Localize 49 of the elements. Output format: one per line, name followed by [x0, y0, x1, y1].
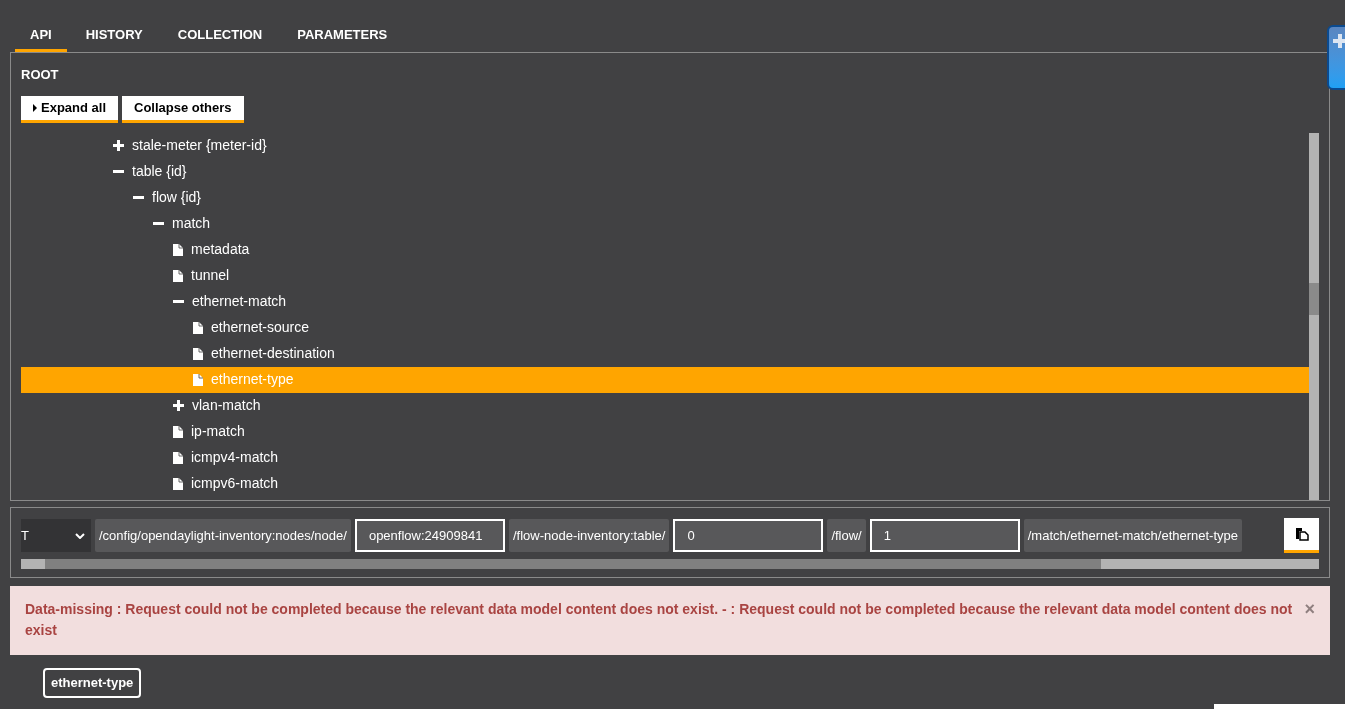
file-icon [193, 321, 203, 334]
scrollbar-thumb[interactable] [1309, 282, 1319, 315]
caret-icon [33, 103, 37, 112]
tab[interactable]: PARAMETERS [282, 20, 403, 52]
tree-item[interactable]: tunnel [21, 262, 1309, 289]
tree-item[interactable]: ethernet-source [21, 314, 1309, 341]
tab[interactable]: COLLECTION [162, 20, 278, 52]
tree-item[interactable]: ethernet-destination [21, 340, 1309, 367]
path-input[interactable]: 0 [673, 519, 824, 552]
path-segment: /flow/ [827, 519, 866, 552]
file-icon [173, 243, 183, 256]
tab[interactable]: HISTORY [70, 20, 158, 52]
collapse-button[interactable]: Collapse others [122, 95, 244, 123]
path-input[interactable]: 1 [869, 519, 1020, 552]
chevron-down-icon [75, 532, 85, 539]
file-icon [193, 347, 203, 360]
tree-item[interactable]: metadata [21, 236, 1309, 263]
path-segment: /config/opendaylight-inventory:nodes/node/ [95, 519, 351, 552]
plus-icon[interactable] [173, 400, 184, 411]
expand-all-button[interactable]: Expand all [21, 95, 119, 123]
scrollbar-thumb[interactable] [45, 559, 1101, 569]
file-icon [173, 425, 183, 438]
file-icon [193, 373, 203, 386]
copy-icon [1294, 527, 1309, 541]
path-input[interactable]: openflow:24909841 [354, 519, 505, 552]
plus-icon[interactable] [113, 140, 124, 151]
file-icon [173, 269, 183, 282]
error-message: Data-missing : Request could not be completed because the relevant data model content does not exist. - : Request could not be completed because the relevant data model content does not exist [25, 600, 1294, 640]
tab[interactable]: API [15, 20, 67, 52]
file-icon [173, 451, 183, 464]
tree-item[interactable]: stale-meter {meter-id} [21, 132, 1309, 159]
file-icon [173, 477, 183, 490]
root-label: ROOT [21, 66, 60, 84]
tree-item[interactable]: vlan-match [21, 392, 1309, 419]
plus-icon [1333, 34, 1345, 48]
tree-item[interactable]: icmpv6-match [21, 470, 1309, 497]
copy-button[interactable] [1284, 518, 1319, 553]
tree-item[interactable]: flow {id} [21, 184, 1309, 211]
tree-item[interactable]: ethernet-match [21, 288, 1309, 315]
tree-item[interactable]: table {id} [21, 158, 1309, 185]
tree-item[interactable]: ip-match [21, 418, 1309, 445]
path-segment: /match/ethernet-match/ethernet-type [1023, 519, 1242, 552]
method-select[interactable]: T [21, 519, 91, 552]
path-segment: /flow-node-inventory:table/ [508, 519, 670, 552]
tree-item[interactable]: match [21, 210, 1309, 237]
scrollbar[interactable] [1309, 132, 1319, 500]
tree-item[interactable]: icmpv4-match [21, 444, 1309, 471]
horizontal-scrollbar[interactable] [21, 559, 1319, 569]
selected-node-tag: ethernet-type [43, 668, 142, 698]
